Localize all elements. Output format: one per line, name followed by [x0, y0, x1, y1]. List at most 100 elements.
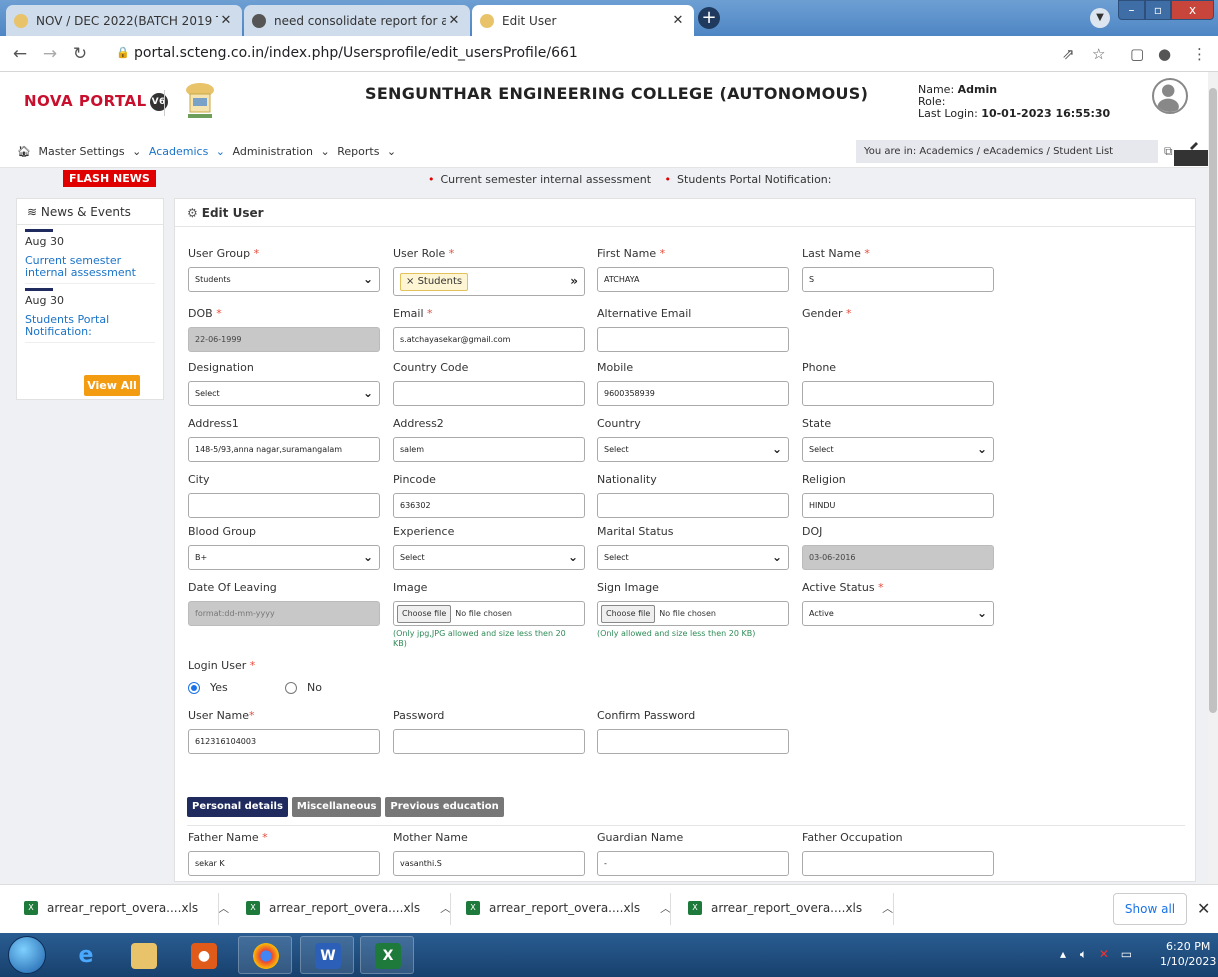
user-avatar[interactable]	[1152, 78, 1188, 114]
user-group-field: User Group * Students ⌄	[188, 247, 380, 292]
date-of-leaving-input[interactable]: format:dd-mm-yyyy	[188, 601, 380, 626]
network-icon[interactable]: ✕	[1099, 947, 1109, 961]
browser-tab-2[interactable]: need consolidate report for arrea ✕	[244, 5, 470, 36]
address2-input[interactable]: salem	[393, 437, 585, 462]
minimize-button[interactable]: –	[1118, 0, 1145, 20]
close-tab-icon[interactable]: ✕	[446, 13, 462, 28]
close-tab-icon[interactable]: ✕	[670, 13, 686, 28]
tab-previous-education[interactable]: Previous education	[385, 797, 504, 817]
menu-reports[interactable]: Reports ⌄	[337, 145, 396, 158]
login-no-radio[interactable]: No	[285, 681, 322, 694]
download-item[interactable]: Xarrear_report_overa....xls ︿	[246, 900, 451, 916]
taskbar-chrome[interactable]	[238, 936, 292, 974]
country-select[interactable]: Select ⌄	[597, 437, 789, 462]
nationality-input[interactable]	[597, 493, 789, 518]
doj-input[interactable]: 03-06-2016	[802, 545, 994, 570]
city-input[interactable]	[188, 493, 380, 518]
taskbar-word[interactable]: W	[300, 936, 354, 974]
experience-select[interactable]: Select ⌄	[393, 545, 585, 570]
state-select[interactable]: Select ⌄	[802, 437, 994, 462]
email-input[interactable]: s.atchayasekar@gmail.com	[393, 327, 585, 352]
profile-icon[interactable]: ●	[1158, 45, 1171, 63]
taskbar-clock[interactable]: 6:20 PM 1/10/2023	[1160, 939, 1216, 969]
pen-icon[interactable]	[1170, 136, 1210, 168]
image-file-input[interactable]: Choose file No file chosen	[393, 601, 585, 626]
pincode-input[interactable]: 636302	[393, 493, 585, 518]
alt-email-input[interactable]	[597, 327, 789, 352]
action-center-icon[interactable]: ▭	[1121, 947, 1132, 961]
menu-administration[interactable]: Administration ⌄	[233, 145, 330, 158]
first-name-input[interactable]: ATCHAYA	[597, 267, 789, 292]
father-occupation-input[interactable]	[802, 851, 994, 876]
share-icon[interactable]: ⇗	[1062, 45, 1075, 63]
phone-input[interactable]	[802, 381, 994, 406]
bookmark-star-icon[interactable]: ☆	[1092, 45, 1105, 63]
radio-selected-icon	[188, 681, 200, 694]
sign-image-file-input[interactable]: Choose file No file chosen	[597, 601, 789, 626]
active-status-select[interactable]: Active ⌄	[802, 601, 994, 626]
news-link[interactable]: Students Portal Notification:	[25, 314, 155, 343]
email-field: Email * s.atchayasekar@gmail.com	[393, 307, 585, 352]
menu-master-settings[interactable]: Master Settings ⌄	[38, 145, 141, 158]
user-name-input[interactable]: 612316104003	[188, 729, 380, 754]
close-window-button[interactable]: x	[1171, 0, 1214, 20]
browser-tab-3[interactable]: Edit User ✕	[472, 5, 694, 36]
user-role-multiselect[interactable]: × Students »	[393, 267, 585, 296]
taskbar-excel[interactable]: X	[360, 936, 414, 974]
password-input[interactable]	[393, 729, 585, 754]
father-name-input[interactable]: sekar K	[188, 851, 380, 876]
start-button[interactable]	[8, 936, 46, 974]
mobile-input[interactable]: 9600358939	[597, 381, 789, 406]
side-panel-icon[interactable]: ▢	[1130, 45, 1144, 63]
volume-icon[interactable]: 🔈︎	[1080, 947, 1087, 961]
religion-input[interactable]: HINDU	[802, 493, 994, 518]
download-item[interactable]: Xarrear_report_overa....xls ︿	[688, 900, 893, 916]
tab-search-icon[interactable]: ▼	[1090, 8, 1110, 28]
tray-expand-icon[interactable]: ▴	[1060, 947, 1066, 961]
taskbar-media[interactable]: ●	[176, 936, 230, 974]
close-shelf-icon[interactable]: ✕	[1197, 899, 1210, 918]
blood-group-select[interactable]: B+ ⌄	[188, 545, 380, 570]
flash-news-ticker[interactable]: • Current semester internal assessment • S…	[428, 173, 831, 186]
reload-icon[interactable]: ↻	[70, 44, 90, 64]
taskbar-explorer[interactable]	[116, 936, 170, 974]
close-tab-icon[interactable]: ✕	[218, 13, 234, 28]
folder-icon	[131, 943, 157, 969]
taskbar-ie[interactable]: e	[58, 936, 112, 974]
address1-input[interactable]: 148-5/93,anna nagar,suramangalam	[188, 437, 380, 462]
dob-input[interactable]: 22-06-1999	[188, 327, 380, 352]
maximize-button[interactable]: ▫	[1145, 0, 1171, 20]
browser-tab-1[interactable]: NOV / DEC 2022(BATCH 2019 TO ✕	[6, 5, 242, 36]
page-scrollbar[interactable]	[1208, 72, 1218, 884]
forward-arrow-icon[interactable]: →	[40, 44, 60, 64]
download-item[interactable]: Xarrear_report_overa....xls ︿	[24, 900, 229, 916]
tab-miscellaneous[interactable]: Miscellaneous	[291, 797, 382, 817]
user-group-select[interactable]: Students ⌄	[188, 267, 380, 292]
user-role-tag[interactable]: × Students	[400, 273, 469, 291]
browser-menu-icon[interactable]: ⋮	[1192, 45, 1207, 63]
doj-field: DOJ 03-06-2016	[802, 525, 994, 570]
system-tray: ▴ 🔈︎ ✕ ▭	[1060, 947, 1132, 962]
view-all-button[interactable]: View All	[84, 375, 140, 396]
country-code-input[interactable]	[393, 381, 585, 406]
brand-logo[interactable]: NOVA PORTAL V6	[24, 92, 168, 111]
download-item[interactable]: Xarrear_report_overa....xls ︿	[466, 900, 671, 916]
show-all-downloads-button[interactable]: Show all	[1113, 893, 1187, 925]
choose-file-button[interactable]: Choose file	[397, 605, 452, 623]
new-tab-button[interactable]: +	[698, 7, 720, 29]
tab-personal-details[interactable]: Personal details	[187, 797, 288, 817]
login-yes-radio[interactable]: Yes	[188, 681, 228, 694]
choose-file-button[interactable]: Choose file	[601, 605, 656, 623]
designation-select[interactable]: Select ⌄	[188, 381, 380, 406]
back-arrow-icon[interactable]: ←	[10, 44, 30, 64]
marital-status-select[interactable]: Select ⌄	[597, 545, 789, 570]
menu-academics[interactable]: Academics ⌄	[149, 145, 225, 158]
news-link[interactable]: Current semester internal assessment	[25, 255, 155, 284]
guardian-name-input[interactable]: -	[597, 851, 789, 876]
mother-name-input[interactable]: vasanthi.S	[393, 851, 585, 876]
confirm-password-input[interactable]	[597, 729, 789, 754]
scrollbar-thumb[interactable]	[1209, 88, 1217, 713]
url-field[interactable]: 🔒 portal.scteng.co.in/index.php/Userspro…	[110, 41, 1010, 67]
last-name-input[interactable]: S	[802, 267, 994, 292]
home-icon[interactable]: 🏠︎	[17, 145, 31, 158]
